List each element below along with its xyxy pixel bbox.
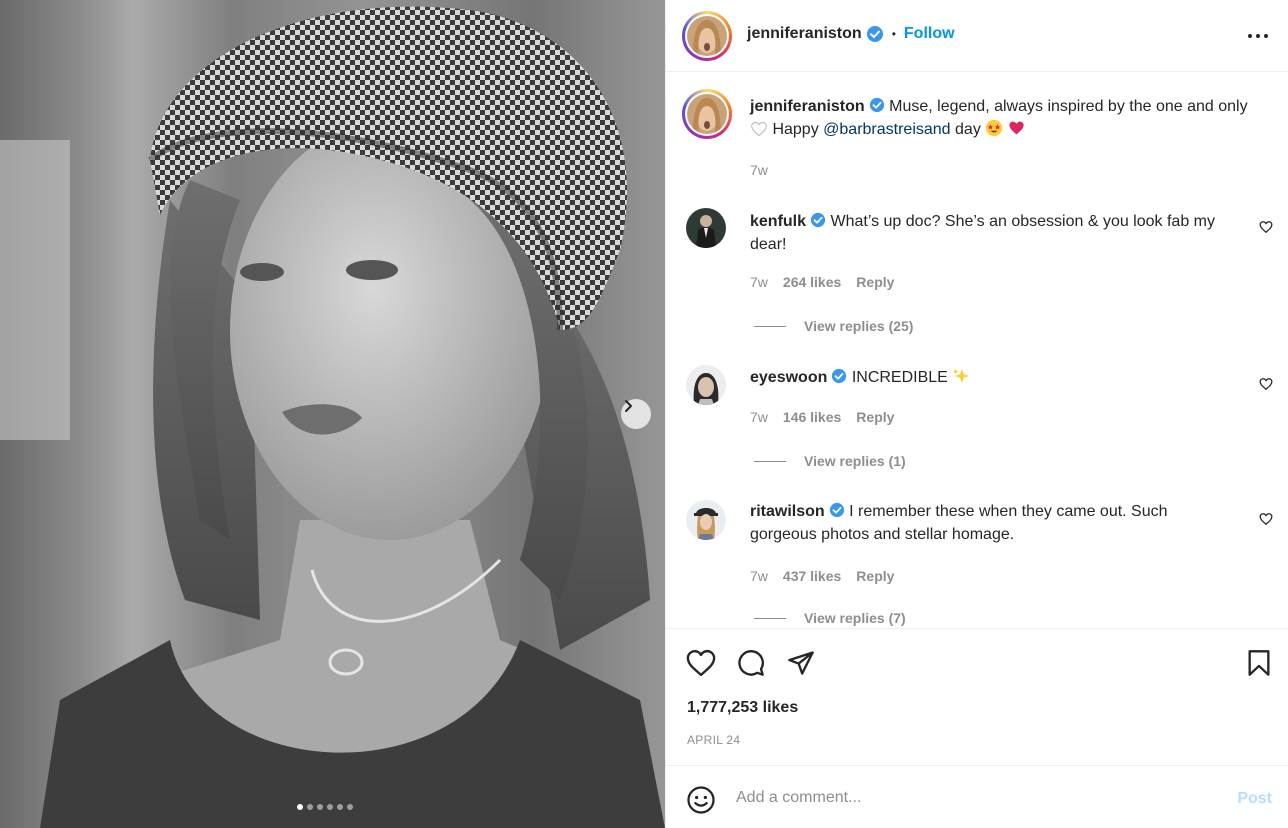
carousel-dot	[347, 804, 353, 810]
carousel-dot	[327, 804, 333, 810]
avatar-image	[686, 208, 726, 248]
share-icon[interactable]	[787, 649, 815, 677]
comment-username[interactable]: eyeswoon	[750, 369, 827, 386]
caption-text: jenniferaniston Muse, legend, always ins…	[750, 95, 1250, 141]
comment-time: 7w	[750, 274, 768, 290]
view-replies-label: View replies (25)	[804, 318, 914, 334]
post-date[interactable]: APRIL 24	[687, 733, 740, 747]
more-options-button[interactable]	[1247, 26, 1269, 51]
carousel-next-button[interactable]	[621, 399, 651, 429]
comment-meta: 7w 264 likes Reply	[750, 274, 894, 290]
author-username[interactable]: jenniferaniston	[747, 25, 862, 43]
caption-mention[interactable]: @barbrastreisand	[823, 121, 950, 138]
verified-badge-icon	[869, 97, 884, 113]
comment-reply-button[interactable]: Reply	[856, 409, 894, 425]
likes-count[interactable]: 1,777,253 likes	[687, 699, 798, 717]
caption-body-3: day	[955, 121, 981, 138]
carousel-indicators	[297, 804, 353, 810]
comment-text: eyeswoon INCREDIBLE	[750, 366, 1235, 389]
comment-username[interactable]: ritawilson	[750, 503, 825, 520]
view-replies-label: View replies (7)	[804, 610, 906, 626]
commenter-avatar[interactable]	[686, 500, 726, 540]
post-photo[interactable]	[0, 0, 665, 828]
post-actions: 1,777,253 likes APRIL 24	[666, 628, 1288, 765]
comment-text: ritawilson I remember these when they ca…	[750, 500, 1235, 546]
verified-badge-icon	[866, 26, 883, 42]
carousel-dot	[307, 804, 313, 810]
comment-likes[interactable]: 264 likes	[783, 274, 841, 290]
comment-composer: Post	[666, 765, 1288, 828]
header-separator: •	[891, 27, 896, 41]
emoji-icon[interactable]	[686, 785, 716, 815]
chevron-right-icon	[625, 400, 632, 412]
comment-likes[interactable]: 437 likes	[783, 568, 841, 584]
white-heart-emoji-icon	[751, 121, 767, 137]
comment-time: 7w	[750, 409, 768, 425]
view-replies-button[interactable]: View replies (25)	[754, 318, 913, 334]
verified-badge-icon	[810, 212, 826, 228]
follow-button[interactable]: Follow	[904, 25, 955, 43]
avatar-image	[686, 365, 726, 405]
comment-meta: 7w 437 likes Reply	[750, 568, 894, 584]
comment-reply-button[interactable]: Reply	[856, 274, 894, 290]
post-header: jenniferaniston • Follow	[666, 0, 1288, 72]
caption-username[interactable]: jenniferaniston	[750, 98, 865, 115]
comment-text: kenfulk What’s up doc? She’s an obsessio…	[750, 210, 1235, 256]
bookmark-icon[interactable]	[1246, 649, 1272, 677]
view-replies-button[interactable]: View replies (1)	[754, 453, 906, 469]
comment-username[interactable]: kenfulk	[750, 213, 806, 230]
caption-avatar[interactable]	[682, 89, 732, 139]
comment-likes[interactable]: 146 likes	[783, 409, 841, 425]
caption-body-2: Happy	[772, 121, 819, 138]
sparkles-emoji-icon	[953, 368, 970, 384]
carousel-dot	[337, 804, 343, 810]
carousel-dot	[317, 804, 323, 810]
verified-badge-icon	[829, 502, 844, 518]
view-replies-button[interactable]: View replies (7)	[754, 610, 906, 626]
post-detail-panel: jenniferaniston • Follow jenniferaniston…	[665, 0, 1288, 828]
commenter-avatar[interactable]	[686, 365, 726, 405]
view-replies-label: View replies (1)	[804, 453, 906, 469]
caption-body: Muse, legend, always inspired by the one…	[889, 98, 1248, 115]
heart-icon[interactable]	[686, 649, 716, 677]
more-options-icon	[1248, 34, 1268, 38]
caption-time: 7w	[750, 162, 768, 178]
comments-list[interactable]: jenniferaniston Muse, legend, always ins…	[666, 73, 1288, 628]
carousel-dot	[297, 804, 303, 810]
verified-badge-icon	[832, 368, 847, 384]
avatar-image	[687, 94, 727, 134]
comment-reply-button[interactable]: Reply	[856, 568, 894, 584]
caption-meta: 7w	[750, 162, 768, 178]
comment-time: 7w	[750, 568, 768, 584]
photo-illustration	[0, 0, 665, 828]
post-comment-button[interactable]: Post	[1237, 790, 1272, 808]
author-avatar[interactable]	[682, 11, 732, 61]
comment-input[interactable]	[736, 784, 1206, 812]
comment-meta: 7w 146 likes Reply	[750, 409, 894, 425]
comment-body: INCREDIBLE	[851, 369, 948, 386]
like-comment-heart-icon[interactable]	[1259, 220, 1273, 234]
avatar-image	[687, 16, 727, 56]
commenter-avatar[interactable]	[686, 208, 726, 248]
comment-icon[interactable]	[736, 649, 766, 677]
red-heart-emoji-icon	[1009, 121, 1024, 135]
avatar-image	[686, 500, 726, 540]
like-comment-heart-icon[interactable]	[1259, 512, 1273, 526]
star-struck-emoji-icon	[986, 119, 1003, 137]
like-comment-heart-icon[interactable]	[1259, 377, 1273, 391]
